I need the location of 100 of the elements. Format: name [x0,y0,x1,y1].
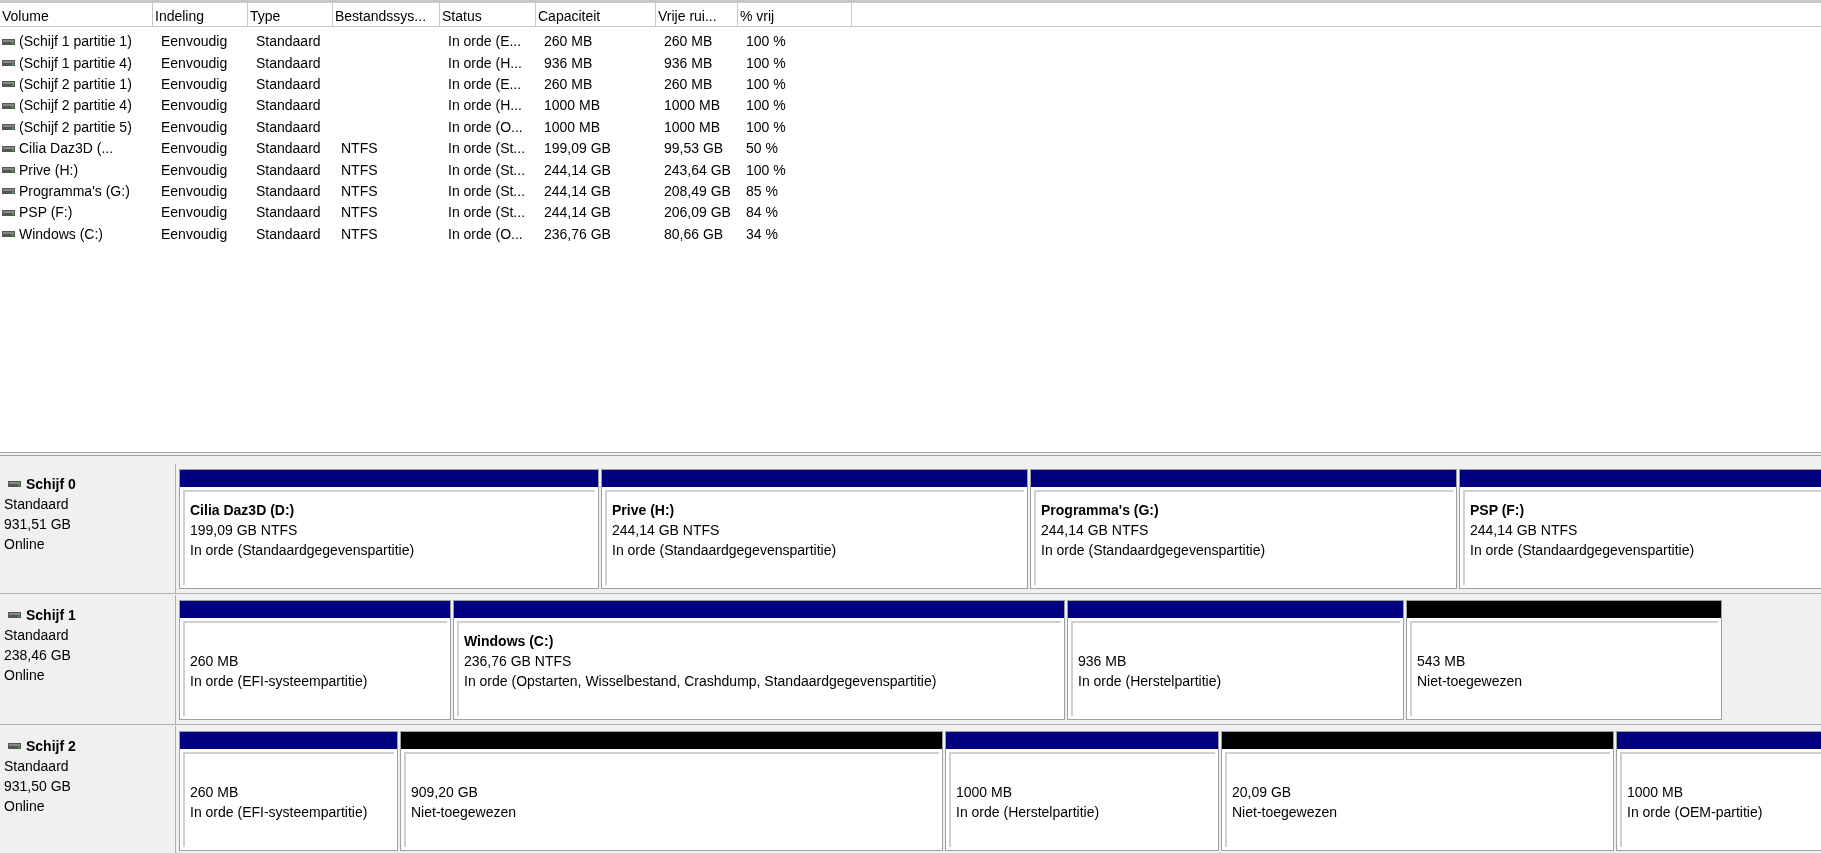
table-cell-text: (Schijf 2 partitie 4) [19,96,132,116]
table-cell-text: In orde (E... [448,74,522,94]
table-cell-text: Programma's (G:) [19,181,130,201]
partition-size: 199,09 GB NTFS [190,521,299,540]
disk-size: 238,46 GB [4,646,72,665]
partition-status: Niet-toegewezen [1417,672,1524,691]
table-cell-text: Standaard [256,224,321,244]
partition-size: 244,14 GB NTFS [612,521,721,540]
drive-icon [2,60,15,67]
table-cell-text: 100 % [746,160,786,180]
table-cell-text: PSP (F:) [19,203,73,223]
table-cell-text: 244,14 GB [544,203,611,223]
table-cell-text: 100 % [746,117,786,137]
partition-block[interactable]: 936 MB In orde (Herstelpartitie) [1067,600,1404,720]
table-cell-text: Standaard [256,96,321,116]
partition-status: In orde (Herstelpartitie) [956,803,1101,822]
table-cell-text: 100 % [746,32,786,52]
partition-block[interactable]: 260 MB In orde (EFI-systeempartitie) [179,600,451,720]
partition-size: 260 MB [190,783,240,802]
table-cell-text: (Schijf 1 partitie 4) [19,53,132,73]
partition-block[interactable]: 260 MB In orde (EFI-systeempartitie) [179,731,398,851]
table-cell-text: Prive (H:) [19,160,79,180]
drive-icon [2,188,15,195]
table-cell-text: 936 MB [544,53,593,73]
table-cell-text: NTFS [341,139,378,159]
table-cell-text: 260 MB [664,32,713,52]
table-cell-text: NTFS [341,203,378,223]
partition-size: 543 MB [1417,652,1467,671]
partition-block[interactable]: Cilia Daz3D (D:) 199,09 GB NTFS In orde (Standaardgegevenspartitie) [179,469,599,589]
partition-size: 1000 MB [956,783,1014,802]
disk-name: Schijf 1 [26,606,76,625]
table-cell-text: Standaard [256,181,321,201]
partition-title: Windows (C:) [464,632,555,651]
drive-icon [2,102,15,109]
table-cell-text: 260 MB [664,74,713,94]
partition-block[interactable]: 20,09 GB Niet-toegewezen [1221,731,1614,851]
drive-icon [8,743,21,749]
table-cell-text: In orde (St... [448,203,526,223]
disk-type: Standaard [4,495,70,514]
table-cell-text: Eenvoudig [161,32,228,52]
table-cell-text: In orde (H... [448,96,522,116]
partition-block[interactable]: Windows (C:) 236,76 GB NTFS In orde (Opstarten, Wisselbestand, Crashdump, Standaardgegevenspartitie) [453,600,1065,720]
partition-status: In orde (EFI-systeempartitie) [190,672,369,691]
column-header[interactable]: Volume [0,3,153,27]
table-cell-text: 84 % [746,203,778,223]
drive-icon [8,481,21,487]
disk-name: Schijf 2 [26,737,76,756]
table-cell-text: Cilia Daz3D (... [19,139,114,159]
table-cell-text: 936 MB [664,53,713,73]
partition-size: 244,14 GB NTFS [1470,521,1579,540]
drive-icon [8,612,21,618]
partition-size: 260 MB [190,652,240,671]
drive-icon [2,38,15,45]
partition-block[interactable]: Programma's (G:) 244,14 GB NTFS In orde (Standaardgegevenspartitie) [1030,469,1457,589]
partition-block[interactable]: 1000 MB In orde (Herstelpartitie) [945,731,1219,851]
table-cell-text: 85 % [746,181,778,201]
partition-block[interactable]: 1000 MB In orde (OEM-partitie) [1616,731,1821,851]
partition-block[interactable]: PSP (F:) 244,14 GB NTFS In orde (Standaardgegevenspartitie) [1459,469,1821,589]
column-header[interactable]: Type [248,3,333,27]
partition-title: Programma's (G:) [1041,501,1160,520]
column-header[interactable]: Indeling [153,3,248,27]
table-cell-text: Standaard [256,203,321,223]
table-cell-text: In orde (St... [448,181,526,201]
partition-status: In orde (Standaardgegevenspartitie) [612,541,838,560]
column-header[interactable]: Capaciteit [536,3,656,27]
table-cell-text: 100 % [746,74,786,94]
table-cell-text: In orde (O... [448,117,523,137]
table-cell-text: 244,14 GB [544,160,611,180]
table-cell-text: Eenvoudig [161,74,228,94]
partition-size: 1000 MB [1627,783,1685,802]
column-header[interactable]: Status [440,3,536,27]
table-cell-text: 1000 MB [544,117,601,137]
table-cell-text: In orde (O... [448,224,523,244]
drive-icon [2,209,15,216]
drive-icon [2,145,15,152]
partition-block[interactable]: Prive (H:) 244,14 GB NTFS In orde (Standaardgegevenspartitie) [601,469,1028,589]
table-cell-text: Eenvoudig [161,203,228,223]
table-cell-text: 1000 MB [664,117,721,137]
table-cell-text: 100 % [746,53,786,73]
column-header[interactable]: Bestandssys... [333,3,440,27]
partition-block[interactable]: 543 MB Niet-toegewezen [1406,600,1722,720]
table-cell-text: 208,49 GB [664,181,731,201]
table-cell-text: 244,14 GB [544,181,611,201]
disk-size: 931,51 GB [4,515,72,534]
table-cell-text: Windows (C:) [19,224,103,244]
partition-size: 20,09 GB [1232,783,1293,802]
column-header[interactable]: Vrije rui... [656,3,738,27]
table-cell-text: 80,66 GB [664,224,724,244]
partition-block[interactable]: 909,20 GB Niet-toegewezen [400,731,943,851]
disk-name: Schijf 0 [26,475,76,494]
partition-status: Niet-toegewezen [411,803,518,822]
disk-size: 931,50 GB [4,777,72,796]
partition-status: Niet-toegewezen [1232,803,1339,822]
table-cell-text: In orde (H... [448,53,522,73]
table-cell-text: Standaard [256,160,321,180]
table-cell-text: Standaard [256,32,321,52]
column-header[interactable]: % vrij [738,3,852,27]
table-cell-text: Standaard [256,139,321,159]
disk-status: Online [4,666,46,685]
table-cell-text: 260 MB [544,74,593,94]
